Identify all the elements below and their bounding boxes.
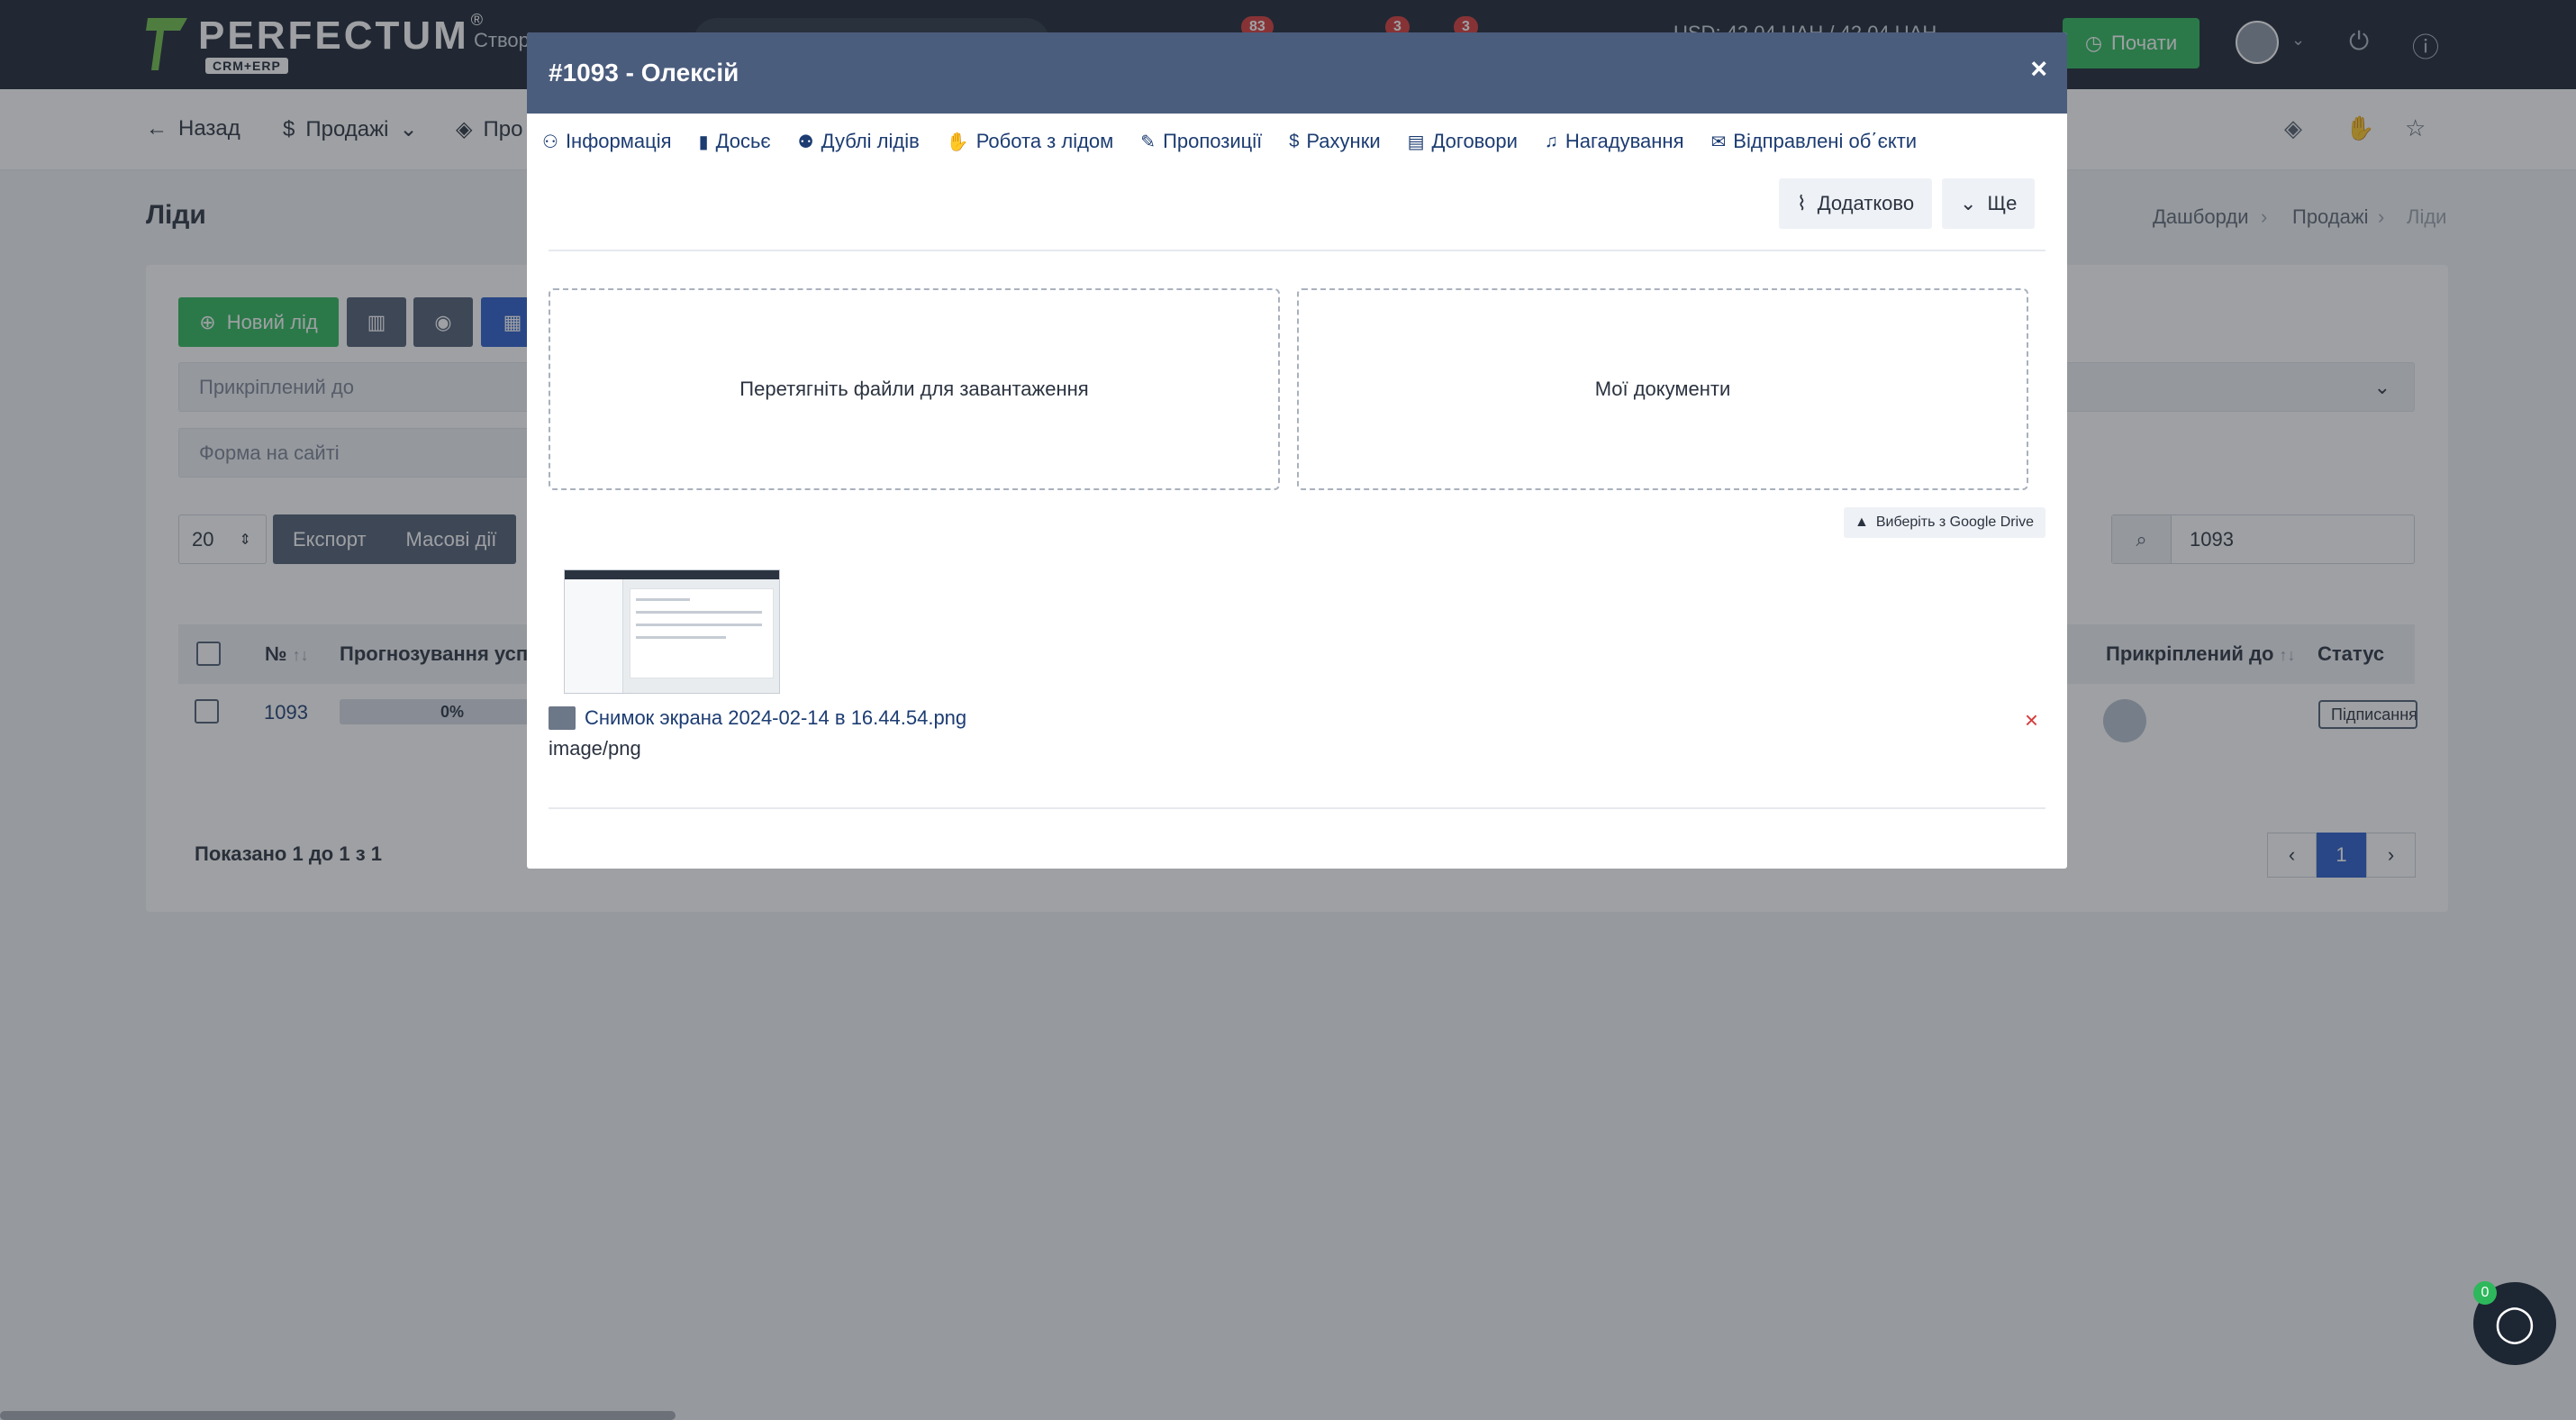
my-documents-label: Мої документи: [1594, 378, 1731, 400]
tab-label: Договори: [1431, 130, 1518, 152]
tab-proposals[interactable]: ✎ Пропозиції: [1140, 130, 1262, 153]
my-documents-zone[interactable]: Мої документи: [1297, 288, 2028, 490]
file-thumbnail[interactable]: [564, 569, 780, 694]
file-name[interactable]: Снимок экрана 2024-02-14 в 16.44.54.png: [585, 706, 966, 730]
file-mime-type: image/png: [549, 737, 641, 760]
additional-button[interactable]: ⌇ Додатково: [1779, 178, 1933, 229]
tab-label: Відправлені об΄єкти: [1733, 130, 1918, 152]
tab-label: Дублі лідів: [821, 130, 920, 152]
chat-badge: 0: [2473, 1281, 2497, 1305]
tab-label: Пропозиції: [1163, 130, 1263, 152]
file-icon: ▤: [1407, 132, 1425, 152]
tab-label: Нагадування: [1565, 130, 1684, 152]
chat-bubble-icon: ◯: [2494, 1304, 2535, 1343]
google-drive-button[interactable]: ▲ Виберіть з Google Drive: [1844, 507, 2045, 538]
tab-label: Досьє: [715, 130, 771, 152]
tab-invoices[interactable]: $ Рахунки: [1289, 130, 1380, 153]
image-file-icon: [549, 706, 576, 730]
more-button[interactable]: ⌄ Ще: [1942, 178, 2036, 229]
users-icon: ⚉: [797, 132, 814, 152]
lead-modal: #1093 - Олексій × ⚇ Інформація ▮ Досьє ⚉ Ду…: [527, 32, 2067, 869]
chevron-down-icon: ⌄: [1960, 192, 1977, 214]
tab-sent-objects[interactable]: ✉ Відправлені об΄єкти: [1711, 130, 1918, 153]
pencil-icon: ✎: [1140, 132, 1156, 152]
bell-icon: ♫: [1544, 131, 1558, 151]
dropzone-label: Перетягніть файли для завантаження: [739, 378, 1089, 400]
modal-tabs: ⚇ Інформація ▮ Досьє ⚉ Дублі лідів ✋ Робота …: [542, 130, 1917, 153]
hand-icon: ✋: [946, 132, 969, 152]
file-dropzone[interactable]: Перетягніть файли для завантаження: [549, 288, 1280, 490]
additional-label: Додатково: [1817, 192, 1915, 214]
tab-duplicates[interactable]: ⚉ Дублі лідів: [798, 130, 920, 153]
tab-reminders[interactable]: ♫ Нагадування: [1545, 130, 1684, 153]
google-drive-label: Виберіть з Google Drive: [1875, 514, 2035, 530]
modal-header: #1093 - Олексій ×: [527, 32, 2067, 114]
more-label: Ще: [1987, 192, 2018, 214]
paperclip-icon: ⌇: [1797, 192, 1807, 214]
divider: [549, 807, 2045, 809]
file-link[interactable]: Снимок экрана 2024-02-14 в 16.44.54.png: [549, 706, 966, 730]
tab-information[interactable]: ⚇ Інформація: [542, 130, 672, 153]
dollar-icon: $: [1289, 131, 1300, 151]
divider: [549, 250, 2045, 251]
user-icon: ⚇: [542, 132, 558, 152]
mail-icon: ✉: [1710, 132, 1727, 152]
tab-label: Інформація: [565, 130, 672, 152]
tab-dossier[interactable]: ▮ Досьє: [699, 130, 771, 153]
tab-label: Рахунки: [1306, 130, 1381, 152]
delete-file-icon[interactable]: ×: [2025, 706, 2038, 734]
book-icon: ▮: [698, 132, 709, 152]
tab-lead-work[interactable]: ✋ Робота з лідом: [947, 130, 1114, 153]
horizontal-scrollbar[interactable]: [0, 1411, 676, 1420]
close-icon[interactable]: ×: [2030, 52, 2047, 86]
google-drive-icon: ▲: [1855, 514, 1869, 530]
modal-title: #1093 - Олексій: [549, 59, 739, 86]
tab-contracts[interactable]: ▤ Договори: [1408, 130, 1518, 153]
tab-label: Робота з лідом: [975, 130, 1114, 152]
